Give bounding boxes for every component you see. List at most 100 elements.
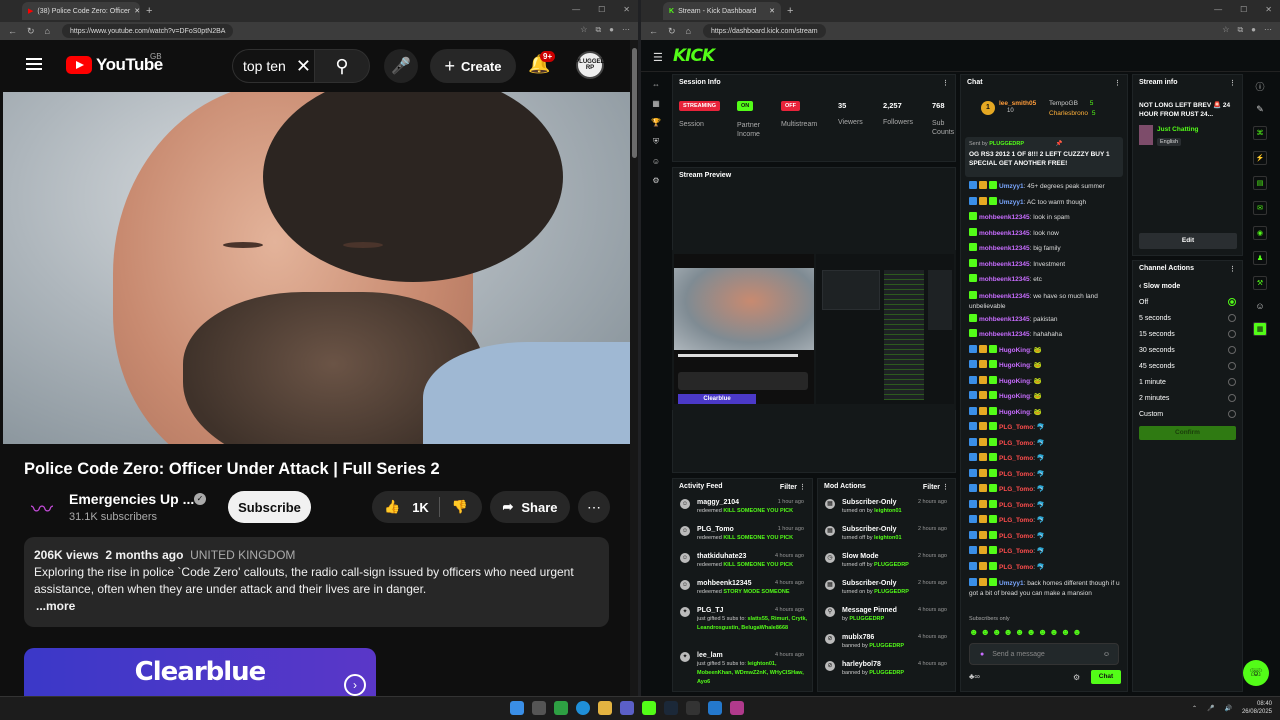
shield-icon[interactable]: ⛨	[653, 137, 659, 147]
chat-tools-icon[interactable]: ♣∞	[969, 672, 980, 681]
home-icon[interactable]: ⌂	[45, 26, 50, 37]
wrench-icon[interactable]: ⚒	[1253, 276, 1267, 290]
explorer-icon[interactable]	[598, 701, 612, 715]
clear-search-icon[interactable]: ✕	[296, 56, 311, 77]
filter-button[interactable]: Filter	[923, 484, 940, 491]
pin-icon[interactable]: 📌	[1056, 141, 1063, 147]
reload-icon[interactable]: ↻	[27, 26, 35, 37]
kick-logo[interactable]: KICK	[673, 46, 715, 66]
lightning-icon[interactable]: ⚡	[1253, 151, 1267, 165]
collapse-icon[interactable]: ⇔	[652, 80, 660, 89]
channel-avatar-icon[interactable]: 〰	[24, 492, 60, 522]
slow-mode-option[interactable]: 15 seconds	[1133, 326, 1242, 342]
chat-username[interactable]: PLG_Tomo	[999, 471, 1033, 478]
new-tab-icon[interactable]: +	[787, 5, 793, 17]
more-vertical-icon[interactable]: ⋮	[1229, 79, 1236, 87]
maximize-icon[interactable]: ☐	[1240, 5, 1247, 14]
tab-youtube[interactable]: ▶ (38) Police Code Zero: Officer ✕	[22, 2, 140, 20]
scrollbar-thumb[interactable]	[632, 48, 637, 158]
chat-popout-icon[interactable]: ⌘	[1253, 126, 1267, 140]
more-vertical-icon[interactable]: ⋮	[942, 484, 949, 491]
more-vertical-icon[interactable]: ⋮	[799, 484, 806, 491]
users-icon[interactable]: ☺	[1255, 301, 1264, 311]
menu-icon[interactable]: ⋯	[1264, 25, 1272, 35]
chat-username[interactable]: Umzyy1	[999, 199, 1024, 206]
filter-button[interactable]: Filter	[780, 484, 797, 491]
chat-username[interactable]: mohbeenk12345	[979, 293, 1030, 300]
category-link[interactable]: Just Chatting	[1157, 126, 1199, 133]
chat-username[interactable]: PLG_Tomo	[999, 502, 1033, 509]
show-more-link[interactable]: ...more	[36, 598, 599, 615]
gifter-name[interactable]: Charlesbrono	[1049, 110, 1088, 117]
chat-username[interactable]: mohbeenk12345	[979, 214, 1030, 221]
gifter-name[interactable]: TempoGB	[1049, 100, 1078, 107]
gear-icon[interactable]: ⚙	[1073, 673, 1080, 682]
gear-icon[interactable]: ⚙	[652, 176, 659, 185]
edit-button[interactable]: Edit	[1139, 233, 1237, 249]
chat-username[interactable]: HugoKing	[999, 393, 1030, 400]
dashboard-icon[interactable]: ▦	[1253, 322, 1267, 336]
pinned-message[interactable]: Sent by PLUGGEDRP 📌 OG RS3 2012 1 OF 8!!…	[965, 137, 1123, 177]
chat-username[interactable]: PLG_Tomo	[999, 533, 1033, 540]
slow-mode-option[interactable]: 30 seconds	[1133, 342, 1242, 358]
chat-username[interactable]: PLG_Tomo	[999, 564, 1033, 571]
star-icon[interactable]: ☆	[1222, 25, 1229, 35]
kick-taskbar-icon[interactable]	[642, 701, 656, 715]
back-icon[interactable]: ←	[8, 26, 17, 37]
slow-mode-option[interactable]: 2 minutes	[1133, 390, 1242, 406]
minimize-icon[interactable]: —	[572, 5, 580, 14]
close-tab-icon[interactable]: ✕	[769, 7, 775, 15]
url-field[interactable]: https://www.youtube.com/watch?v=DFoS0ptN…	[61, 24, 234, 38]
users-icon[interactable]: ☺	[652, 157, 660, 166]
chat-username[interactable]: HugoKing	[999, 378, 1030, 385]
chat-username[interactable]: PLG_Tomo	[999, 440, 1033, 447]
hamburger-menu-icon[interactable]	[26, 58, 42, 70]
x-icon[interactable]	[686, 701, 700, 715]
emote-bar[interactable]: ☻☻☻☻☻☻☻☻☻☻	[969, 627, 1084, 637]
chat-username[interactable]: HugoKing	[999, 409, 1030, 416]
chat-username[interactable]: Umzyy1	[999, 580, 1024, 587]
vscode-icon[interactable]	[708, 701, 722, 715]
emoji-icon[interactable]: ☺	[1103, 651, 1110, 658]
description-box[interactable]: 206K views 2 months ago UNITED KINGDOM E…	[24, 537, 609, 627]
confirm-button[interactable]: Confirm	[1139, 426, 1236, 440]
clock[interactable]: 08:40 26/08/2025	[1242, 700, 1272, 716]
share-button[interactable]: ➦ Share	[490, 491, 570, 523]
chat-send-button[interactable]: Chat	[1091, 670, 1121, 684]
slow-mode-option[interactable]: Off	[1133, 294, 1242, 310]
volume-icon[interactable]: 🔊	[1224, 705, 1231, 712]
star-icon[interactable]: ☆	[580, 25, 587, 35]
chat-username[interactable]: HugoKing	[999, 347, 1030, 354]
taskview-icon[interactable]	[532, 701, 546, 715]
chat-username[interactable]: mohbeenk12345	[979, 245, 1030, 252]
chat-username[interactable]: PLG_Tomo	[999, 424, 1033, 431]
url-field[interactable]: https://dashboard.kick.com/stream	[702, 24, 826, 38]
close-window-icon[interactable]: ✕	[1265, 5, 1272, 14]
slow-mode-option[interactable]: 45 seconds	[1133, 358, 1242, 374]
chat-username[interactable]: HugoKing	[999, 362, 1030, 369]
steam-icon[interactable]	[664, 701, 678, 715]
slow-mode-option[interactable]: Custom	[1133, 406, 1242, 422]
back-icon[interactable]: ←	[649, 26, 658, 37]
ad-arrow-icon[interactable]: ›	[344, 674, 366, 696]
hamburger-menu-icon[interactable]: ☰	[653, 51, 663, 64]
create-button[interactable]: + Create	[430, 49, 516, 83]
broadcast-icon[interactable]: ◉	[1253, 226, 1267, 240]
start-icon[interactable]	[510, 701, 524, 715]
channel-name[interactable]: Emergencies Up ...	[69, 491, 194, 507]
slow-mode-option[interactable]: 1 minute	[1133, 374, 1242, 390]
reload-icon[interactable]: ↻	[668, 26, 676, 37]
avatar[interactable]: PLUGGED RP	[575, 51, 605, 79]
chat-username[interactable]: Umzyy1	[999, 183, 1024, 190]
voice-search-button[interactable]: 🎤	[384, 49, 418, 83]
chat-username[interactable]: PLG_Tomo	[999, 517, 1033, 524]
tab-kick[interactable]: K Stream - Kick Dashboard ✕	[663, 2, 781, 20]
comment-icon[interactable]: ✉	[1253, 201, 1267, 215]
profile-icon[interactable]: ●	[609, 25, 614, 35]
more-vertical-icon[interactable]: ⋮	[1114, 79, 1121, 87]
pencil-icon[interactable]: ✎	[1256, 104, 1264, 115]
top-gifter-name[interactable]: lee_smith05	[999, 100, 1036, 107]
chat-username[interactable]: mohbeenk12345	[979, 276, 1030, 283]
dislike-button[interactable]: 👎	[440, 499, 468, 515]
extensions-icon[interactable]: ⧉	[595, 25, 601, 35]
